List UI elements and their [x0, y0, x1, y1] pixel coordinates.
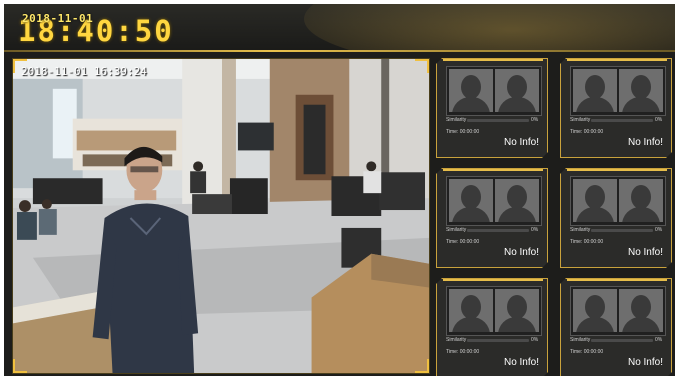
- similarity-label: Similarity: [446, 227, 467, 233]
- frame-corner-top-left: [13, 59, 27, 73]
- face-match-card[interactable]: Similarity 0% Time: 00:00:00 No Info!: [560, 58, 672, 158]
- card-top-edge: [443, 59, 543, 61]
- face-match-card[interactable]: Similarity 0% Time: 00:00:00 No Info!: [436, 278, 548, 376]
- face-pair: [570, 286, 666, 336]
- database-face-placeholder-icon: [619, 69, 663, 112]
- face-pair: [570, 66, 666, 116]
- similarity-value: 0%: [655, 117, 663, 123]
- similarity-value: 0%: [655, 337, 663, 343]
- frame-corner-bottom-left: [13, 359, 27, 373]
- header-date: 2018-11-01: [22, 12, 94, 25]
- lobby-camera-feed: [13, 59, 429, 373]
- surveillance-screen: 18:40:50 2018-11-01 2018-11-01 16:39:24 …: [4, 4, 675, 376]
- video-timestamp: 2018-11-01 16:39:24: [21, 65, 147, 78]
- face-pair: [446, 66, 542, 116]
- face-match-grid: Similarity 0% Time: 00:00:00 No Info! Si…: [436, 58, 672, 374]
- match-time: Time: 00:00:00: [446, 129, 480, 135]
- header-decoration: [304, 4, 675, 52]
- match-status: No Info!: [503, 357, 539, 368]
- frame-corner-top-right: [415, 59, 429, 73]
- match-time: Time: 00:00:00: [570, 129, 604, 135]
- similarity-label: Similarity: [570, 337, 591, 343]
- card-top-edge: [567, 279, 667, 281]
- match-time: Time: 00:00:00: [446, 349, 480, 355]
- top-header-bar: 18:40:50 2018-11-01: [4, 4, 675, 52]
- card-top-edge: [567, 169, 667, 171]
- captured-face-placeholder-icon: [573, 69, 617, 112]
- match-time: Time: 00:00:00: [570, 239, 604, 245]
- live-video-panel[interactable]: 2018-11-01 16:39:24: [12, 58, 430, 374]
- face-pair: [446, 286, 542, 336]
- similarity-value: 0%: [655, 227, 663, 233]
- frame-corner-bottom-right: [415, 359, 429, 373]
- database-face-placeholder-icon: [495, 179, 539, 222]
- similarity-value: 0%: [531, 337, 539, 343]
- captured-face-placeholder-icon: [573, 289, 617, 332]
- match-status: No Info!: [503, 137, 539, 148]
- database-face-placeholder-icon: [619, 289, 663, 332]
- similarity-label: Similarity: [446, 117, 467, 123]
- match-status: No Info!: [503, 247, 539, 258]
- similarity-label: Similarity: [446, 337, 467, 343]
- card-top-edge: [443, 169, 543, 171]
- face-match-card[interactable]: Similarity 0% Time: 00:00:00 No Info!: [436, 168, 548, 268]
- face-pair: [446, 176, 542, 226]
- match-status: No Info!: [627, 247, 663, 258]
- face-match-card[interactable]: Similarity 0% Time: 00:00:00 No Info!: [436, 58, 548, 158]
- match-time: Time: 00:00:00: [570, 349, 604, 355]
- header-divider: [4, 50, 675, 52]
- database-face-placeholder-icon: [495, 289, 539, 332]
- database-face-placeholder-icon: [495, 69, 539, 112]
- similarity-value: 0%: [531, 227, 539, 233]
- similarity-bar: [467, 339, 529, 342]
- captured-face-placeholder-icon: [449, 289, 493, 332]
- match-time: Time: 00:00:00: [446, 239, 480, 245]
- card-top-edge: [443, 279, 543, 281]
- match-status: No Info!: [627, 137, 663, 148]
- similarity-bar: [467, 119, 529, 122]
- similarity-bar: [591, 339, 653, 342]
- match-status: No Info!: [627, 357, 663, 368]
- similarity-label: Similarity: [570, 227, 591, 233]
- face-match-card[interactable]: Similarity 0% Time: 00:00:00 No Info!: [560, 168, 672, 268]
- similarity-bar: [591, 119, 653, 122]
- captured-face-placeholder-icon: [449, 179, 493, 222]
- similarity-bar: [591, 229, 653, 232]
- similarity-value: 0%: [531, 117, 539, 123]
- database-face-placeholder-icon: [619, 179, 663, 222]
- captured-face-placeholder-icon: [573, 179, 617, 222]
- face-pair: [570, 176, 666, 226]
- face-match-card[interactable]: Similarity 0% Time: 00:00:00 No Info!: [560, 278, 672, 376]
- card-top-edge: [567, 59, 667, 61]
- captured-face-placeholder-icon: [449, 69, 493, 112]
- similarity-label: Similarity: [570, 117, 591, 123]
- similarity-bar: [467, 229, 529, 232]
